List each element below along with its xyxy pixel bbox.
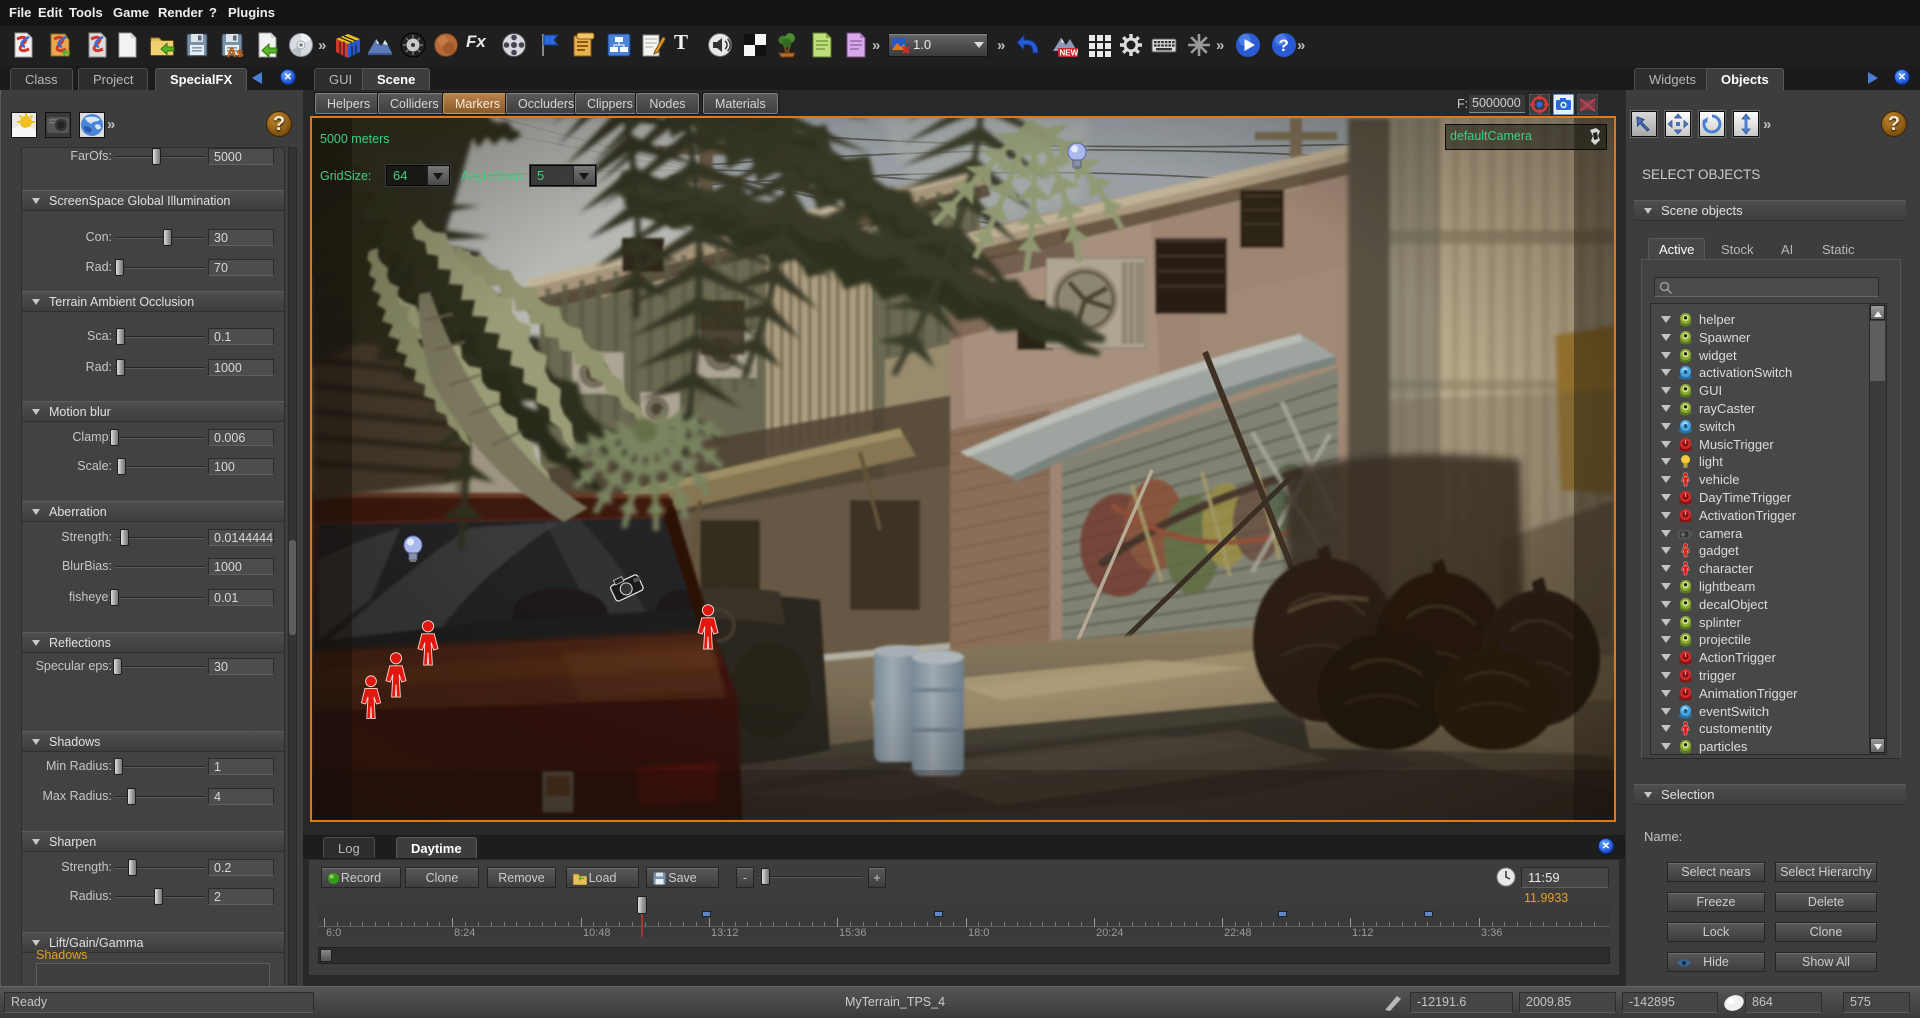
svg-text:As: As [227, 45, 244, 59]
svg-text:?: ? [1279, 36, 1289, 55]
svg-text:NEW: NEW [1060, 49, 1079, 58]
